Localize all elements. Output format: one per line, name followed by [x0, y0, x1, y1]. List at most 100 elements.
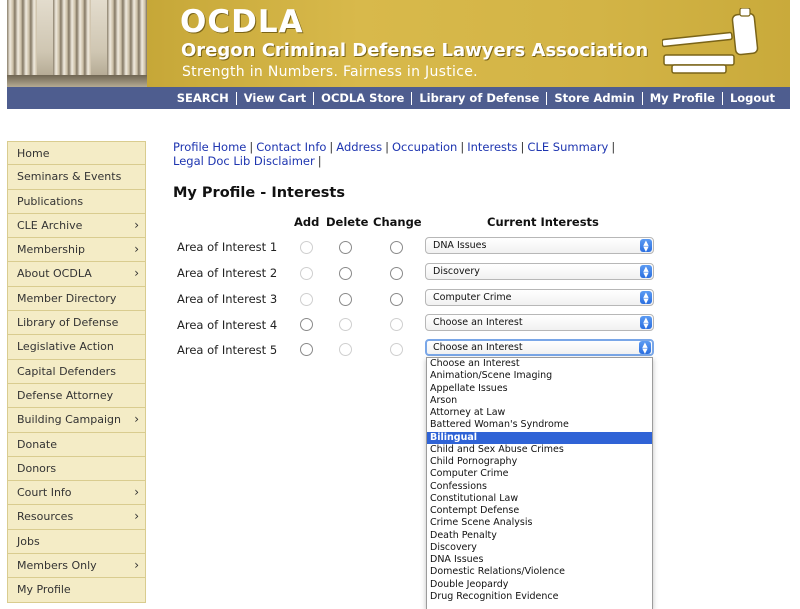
dropdown-option[interactable]: Arson: [427, 395, 652, 407]
sidebar-item-resources[interactable]: Resources ›: [7, 505, 146, 530]
subnav-profile-home[interactable]: Profile Home: [173, 140, 246, 154]
interest-select-1[interactable]: DNA Issues ▲ ▼: [425, 237, 654, 254]
subnav-separator: |: [520, 140, 525, 154]
page-title: My Profile - Interests: [173, 185, 345, 201]
add-radio-5[interactable]: [300, 343, 313, 356]
nav-logout[interactable]: Logout: [723, 91, 782, 105]
sidebar-item-label: Library of Defense: [17, 316, 119, 330]
sidebar-item-legislative-action[interactable]: Legislative Action: [7, 335, 146, 360]
delete-radio-1[interactable]: [339, 241, 352, 254]
delete-radio-2[interactable]: [339, 267, 352, 280]
site-banner: OCDLA Oregon Criminal Defense Lawyers As…: [7, 0, 790, 87]
sidebar-item-members-only[interactable]: Members Only ›: [7, 554, 146, 579]
sidebar-item-seminars-events[interactable]: Seminars & Events: [7, 165, 146, 190]
sidebar-item-capital-defenders[interactable]: Capital Defenders: [7, 359, 146, 384]
sidebar-item-library-of-defense[interactable]: Library of Defense: [7, 311, 146, 336]
dropdown-option[interactable]: Double Jeopardy: [427, 579, 652, 591]
sidebar-item-cle-archive[interactable]: CLE Archive ›: [7, 213, 146, 239]
sidebar-item-donate[interactable]: Donate: [7, 432, 146, 457]
sidebar-item-label: Resources: [17, 510, 74, 524]
sidebar-item-member-directory[interactable]: Member Directory: [7, 286, 146, 312]
dropdown-option[interactable]: Child Pornography: [427, 456, 652, 468]
nav-view-cart[interactable]: View Cart: [237, 91, 315, 105]
dropdown-option[interactable]: Death Penalty: [427, 530, 652, 542]
change-radio-1[interactable]: [390, 241, 403, 254]
dropdown-option[interactable]: DNA Issues: [427, 554, 652, 566]
interest-select-4[interactable]: Choose an Interest ▲ ▼: [425, 314, 654, 331]
interest-dropdown-list[interactable]: Choose an Interest Animation/Scene Imagi…: [426, 357, 653, 609]
dropdown-option[interactable]: Contempt Defense: [427, 505, 652, 517]
brand-tagline: Strength in Numbers. Fairness in Justice…: [182, 64, 478, 80]
subnav-address[interactable]: Address: [336, 140, 382, 154]
dropdown-option[interactable]: Drug Recognition Evidence: [427, 591, 652, 603]
nav-search[interactable]: SEARCH: [170, 91, 237, 105]
sidebar-item-label: Publications: [17, 194, 84, 208]
sidebar-item-label: Donate: [17, 437, 57, 451]
delete-radio-5[interactable]: [339, 343, 352, 356]
updown-chevron-icon: ▲ ▼: [639, 341, 651, 355]
change-radio-2[interactable]: [390, 267, 403, 280]
nav-ocdla-store[interactable]: OCDLA Store: [314, 91, 413, 105]
dropdown-option-highlighted[interactable]: Bilingual: [427, 431, 652, 444]
dropdown-option[interactable]: Choose an Interest: [427, 358, 652, 370]
sidebar-item-membership[interactable]: Membership ›: [7, 238, 146, 263]
sidebar-item-label: CLE Archive: [17, 218, 83, 232]
brand-short-name[interactable]: OCDLA: [180, 4, 304, 40]
sidebar-item-label: Donors: [17, 461, 57, 475]
add-radio-4[interactable]: [300, 318, 313, 331]
updown-chevron-icon: ▲ ▼: [640, 291, 652, 305]
dropdown-option[interactable]: Crime Scene Analysis: [427, 517, 652, 529]
subnav-cle-summary[interactable]: CLE Summary: [527, 140, 608, 154]
updown-chevron-icon: ▲ ▼: [640, 239, 652, 253]
sidebar-item-jobs[interactable]: Jobs: [7, 529, 146, 555]
nav-library-of-defense[interactable]: Library of Defense: [412, 91, 548, 105]
sidebar-item-label: Member Directory: [17, 291, 117, 305]
interest-select-5[interactable]: Choose an Interest ▲ ▼: [425, 339, 654, 356]
updown-chevron-icon: ▲ ▼: [640, 316, 652, 330]
subnav-occupation[interactable]: Occupation: [392, 140, 457, 154]
dropdown-option[interactable]: Domestic Relations/Violence: [427, 566, 652, 578]
column-header-change: Change: [373, 215, 422, 229]
dropdown-option[interactable]: Constitutional Law: [427, 493, 652, 505]
dropdown-option[interactable]: Attorney at Law: [427, 407, 652, 419]
delete-radio-4[interactable]: [339, 318, 352, 331]
dropdown-option[interactable]: Appellate Issues: [427, 383, 652, 395]
nav-store-admin[interactable]: Store Admin: [547, 91, 643, 105]
change-radio-5[interactable]: [390, 343, 403, 356]
interest-select-3[interactable]: Computer Crime ▲ ▼: [425, 289, 654, 306]
add-radio-1[interactable]: [300, 241, 313, 254]
sidebar-item-defense-attorney[interactable]: Defense Attorney: [7, 383, 146, 409]
sidebar-item-about-ocdla[interactable]: About OCDLA ›: [7, 262, 146, 287]
dropdown-option[interactable]: Child and Sex Abuse Crimes: [427, 444, 652, 456]
top-navigation: SEARCH View Cart OCDLA Store Library of …: [7, 87, 790, 109]
profile-subnav: Profile Home | Contact Info | Address | Occupa…: [173, 140, 633, 168]
select-value: Choose an Interest: [433, 342, 523, 353]
dropdown-option[interactable]: Animation/Scene Imaging: [427, 370, 652, 382]
subnav-interests[interactable]: Interests: [467, 140, 517, 154]
subnav-contact-info[interactable]: Contact Info: [256, 140, 326, 154]
subnav-separator: |: [385, 140, 389, 154]
sidebar-item-publications[interactable]: Publications: [7, 189, 146, 214]
add-radio-3[interactable]: [300, 293, 313, 306]
sidebar-item-court-info[interactable]: Court Info ›: [7, 481, 146, 506]
sidebar-item-donors[interactable]: Donors: [7, 456, 146, 482]
change-radio-4[interactable]: [390, 318, 403, 331]
add-radio-2[interactable]: [300, 267, 313, 280]
brand-long-name: Oregon Criminal Defense Lawyers Associat…: [181, 40, 649, 61]
sidebar-item-building-campaign[interactable]: Building Campaign ›: [7, 408, 146, 433]
dropdown-option[interactable]: Battered Woman's Syndrome: [427, 419, 652, 431]
subnav-legal-doc-lib-disclaimer[interactable]: Legal Doc Lib Disclaimer: [173, 154, 315, 168]
chevron-right-icon: ›: [134, 509, 139, 524]
delete-radio-3[interactable]: [339, 293, 352, 306]
sidebar-item-my-profile[interactable]: My Profile: [7, 578, 146, 603]
change-radio-3[interactable]: [390, 293, 403, 306]
interest-select-2[interactable]: Discovery ▲ ▼: [425, 263, 654, 280]
sidebar-item-label: Seminars & Events: [17, 170, 122, 184]
nav-my-profile[interactable]: My Profile: [643, 91, 723, 105]
select-value: DNA Issues: [433, 240, 487, 251]
dropdown-option[interactable]: Computer Crime: [427, 468, 652, 480]
sidebar-item-home[interactable]: Home: [7, 141, 146, 166]
dropdown-option[interactable]: Discovery: [427, 542, 652, 554]
dropdown-option[interactable]: Confessions: [427, 481, 652, 493]
select-value: Discovery: [433, 266, 480, 277]
